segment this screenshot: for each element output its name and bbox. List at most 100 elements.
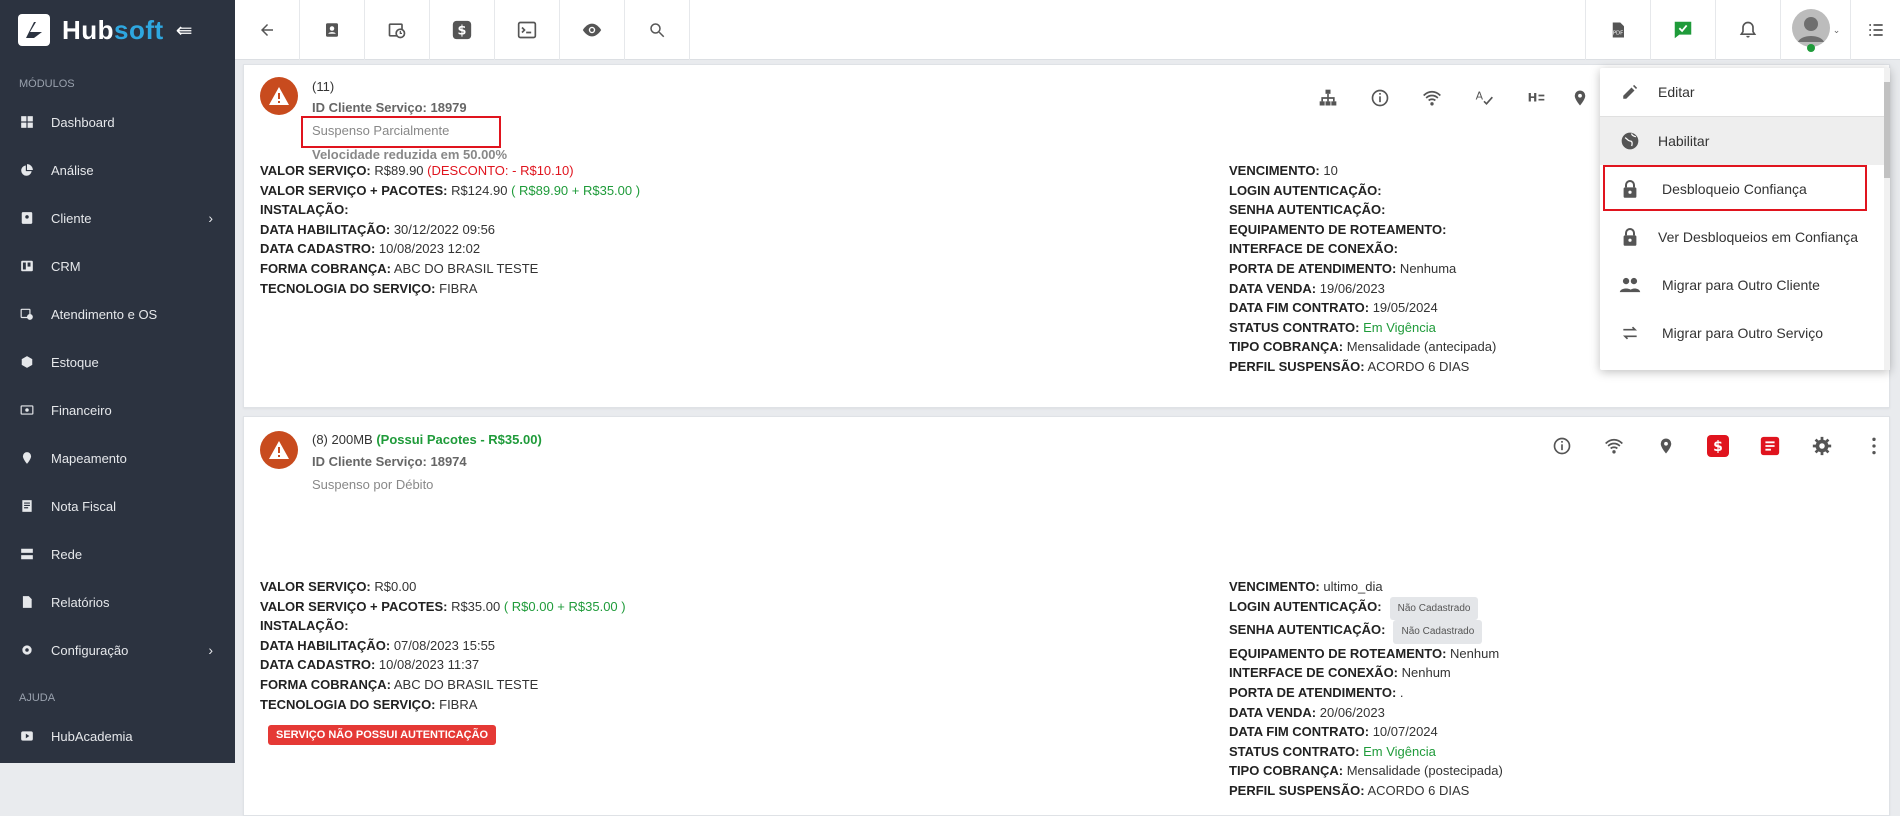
field-value: ABC DO BRASIL TESTE [390, 676, 539, 692]
swap-icon [1618, 324, 1642, 342]
info-icon[interactable] [1536, 431, 1588, 461]
field-label: VALOR SERVIÇO + PACOTES: [260, 182, 448, 198]
section-modules: MÓDULOS [19, 78, 75, 90]
sidebar: Hubsoft ⇚ MÓDULOS Dashboard Análise Client… [0, 0, 235, 763]
spellcheck-icon[interactable]: A [1458, 83, 1510, 113]
network-tree-icon[interactable] [1302, 83, 1354, 113]
sidebar-item-financeiro[interactable]: Financeiro [0, 386, 235, 434]
money-icon[interactable]: $ [1692, 431, 1744, 461]
sidebar-item-atendimento-e-os[interactable]: Atendimento e OS [0, 290, 235, 338]
warning-icon [260, 431, 298, 469]
card2-left-fields: VALOR SERVIÇO: R$0.00 VALOR SERVIÇO + PAC… [260, 577, 626, 714]
menu-item-desbloqueio-confianca[interactable]: Desbloqueio Confiança [1600, 165, 1890, 213]
bell-icon[interactable] [1715, 0, 1780, 60]
field-row: PORTA DE ATENDIMENTO: Nenhuma [1229, 259, 1496, 279]
service-id: ID Cliente Serviço: 18979 [312, 100, 467, 115]
chevron-right-icon: › [208, 210, 213, 226]
sidebar-item-cliente[interactable]: Cliente › [0, 194, 235, 242]
sidebar-item-label: Dashboard [51, 114, 115, 130]
field-value: ACORDO 6 DIAS [1364, 358, 1470, 374]
sidebar-item-an-lise[interactable]: Análise [0, 146, 235, 194]
money-icon[interactable]: $ [430, 0, 495, 60]
field-value: Nenhum [1446, 645, 1500, 661]
calendar-clock-icon[interactable] [365, 0, 430, 60]
card2-action-icons: $ [1536, 431, 1900, 461]
field-label: SENHA AUTENTICAÇÃO: [1229, 622, 1386, 638]
field-row: PERFIL SUSPENSÃO: ACORDO 6 DIAS [1229, 357, 1496, 377]
field-label: DATA CADASTRO: [260, 241, 376, 257]
field-row: TIPO COBRANÇA: Mensalidade (postecipada) [1229, 761, 1503, 781]
field-row: VALOR SERVIÇO + PACOTES: R$35.00 ( R$0.0… [260, 597, 626, 617]
user-avatar[interactable]: ⌄ [1780, 0, 1850, 60]
field-value: 19/05/2024 [1369, 300, 1438, 316]
field-row: FORMA COBRANÇA: ABC DO BRASIL TESTE [260, 675, 626, 695]
heading-icon[interactable]: H [1510, 83, 1562, 113]
card2-right-fields: VENCIMENTO: ultimo_dia LOGIN AUTENTICAÇÃO… [1229, 577, 1503, 801]
field-label: DATA FIM CONTRATO: [1229, 724, 1370, 740]
top-toolbar: $ PDF ⌄ [235, 0, 1900, 60]
map-pin-icon[interactable] [1640, 431, 1692, 461]
terminal-icon[interactable] [495, 0, 560, 60]
field-row: SENHA AUTENTICAÇÃO: [1229, 200, 1496, 220]
menu-item-ver-desbloqueios[interactable]: Ver Desbloqueios em Confiança [1600, 213, 1890, 261]
menu-scrollbar[interactable] [1884, 68, 1890, 370]
field-value: 10 [1319, 163, 1338, 178]
brand[interactable]: Hubsoft ⇚ [0, 0, 235, 60]
search-icon[interactable] [625, 0, 690, 60]
sidebar-item-mapeamento[interactable]: Mapeamento [0, 434, 235, 482]
sidebar-item-crm[interactable]: CRM [0, 242, 235, 290]
sidebar-item-relat-rios[interactable]: Relatórios [0, 578, 235, 626]
field-label: TIPO COBRANÇA: [1229, 339, 1344, 355]
back-icon[interactable] [235, 0, 300, 60]
collapse-menu-icon[interactable]: ⇚ [176, 18, 193, 43]
brand-name: Hubsoft [62, 14, 164, 45]
field-value: 10/08/2023 12:02 [375, 241, 481, 257]
pdf-icon[interactable]: PDF [1585, 0, 1650, 60]
menu-item-label: Ver Desbloqueios em Confiança [1658, 229, 1859, 245]
field-row: DATA HABILITAÇÃO: 07/08/2023 15:55 [260, 636, 626, 656]
not-registered-badge: Não Cadastrado [1393, 620, 1483, 644]
eye-icon[interactable] [560, 0, 625, 60]
map-pin-icon[interactable] [1562, 83, 1598, 113]
receipt-icon [19, 498, 35, 514]
field-value: Em Vigência [1359, 743, 1436, 759]
sidebar-item-rede[interactable]: Rede [0, 530, 235, 578]
service-status: Suspenso por Débito [312, 477, 434, 492]
wifi-icon[interactable] [1406, 83, 1458, 113]
menu-item-migrar-cliente[interactable]: Migrar para Outro Cliente [1600, 261, 1890, 309]
pie-chart-icon [19, 162, 35, 178]
field-value: 30/12/2022 09:56 [390, 221, 496, 237]
field-row: INTERFACE DE CONEXÃO: Nenhum [1229, 663, 1503, 683]
chat-check-icon[interactable] [1650, 0, 1715, 60]
menu-item-habilitar[interactable]: Habilitar [1600, 117, 1890, 165]
menu-item-label: Habilitar [1658, 133, 1710, 149]
wifi-icon[interactable] [1588, 431, 1640, 461]
chevron-down-icon: ⌄ [1832, 24, 1841, 35]
field-row: DATA HABILITAÇÃO: 30/12/2022 09:56 [260, 220, 640, 240]
service-title: (8) 200MB (Possui Pacotes - R$35.00) [312, 432, 542, 447]
sidebar-item-dashboard[interactable]: Dashboard [0, 98, 235, 146]
gear-icon[interactable] [1796, 431, 1848, 461]
field-row: VALOR SERVIÇO + PACOTES: R$124.90 ( R$89… [260, 181, 640, 201]
money-icon [19, 402, 35, 418]
invoice-icon[interactable] [1744, 431, 1796, 461]
field-label: PORTA DE ATENDIMENTO: [1229, 684, 1397, 700]
field-row: VALOR SERVIÇO: R$0.00 [260, 577, 626, 597]
field-value: Nenhuma [1396, 260, 1457, 276]
sidebar-item-estoque[interactable]: Estoque [0, 338, 235, 386]
field-label: INTERFACE DE CONEXÃO: [1229, 241, 1399, 257]
menu-highlight-box [1603, 165, 1867, 211]
field-label: SENHA AUTENTICAÇÃO: [1229, 202, 1386, 218]
field-row: PERFIL SUSPENSÃO: ACORDO 6 DIAS [1229, 781, 1503, 801]
menu-item-migrar-servico[interactable]: Migrar para Outro Serviço [1600, 309, 1890, 357]
sidebar-item-nota-fiscal[interactable]: Nota Fiscal [0, 482, 235, 530]
more-vertical-icon[interactable] [1848, 431, 1900, 461]
field-extra: ( R$89.90 + R$35.00 ) [511, 182, 641, 198]
menu-item-editar[interactable]: Editar [1600, 68, 1890, 116]
list-menu-icon[interactable] [1850, 0, 1900, 60]
sidebar-item-hubacademia[interactable]: HubAcademia [0, 712, 235, 760]
field-row: TECNOLOGIA DO SERVIÇO: FIBRA [260, 695, 626, 715]
sidebar-item-configura-o[interactable]: Configuração › [0, 626, 235, 674]
contact-icon[interactable] [300, 0, 365, 60]
info-icon[interactable] [1354, 83, 1406, 113]
